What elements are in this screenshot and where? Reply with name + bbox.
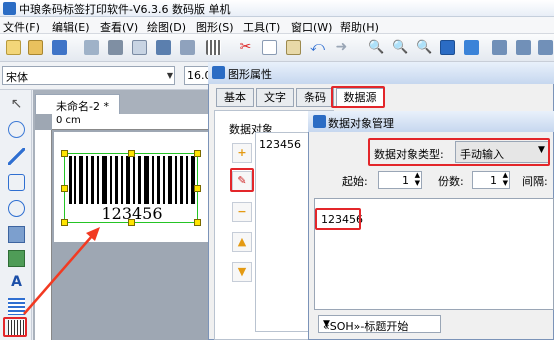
annotation-arrow: [23, 227, 100, 315]
